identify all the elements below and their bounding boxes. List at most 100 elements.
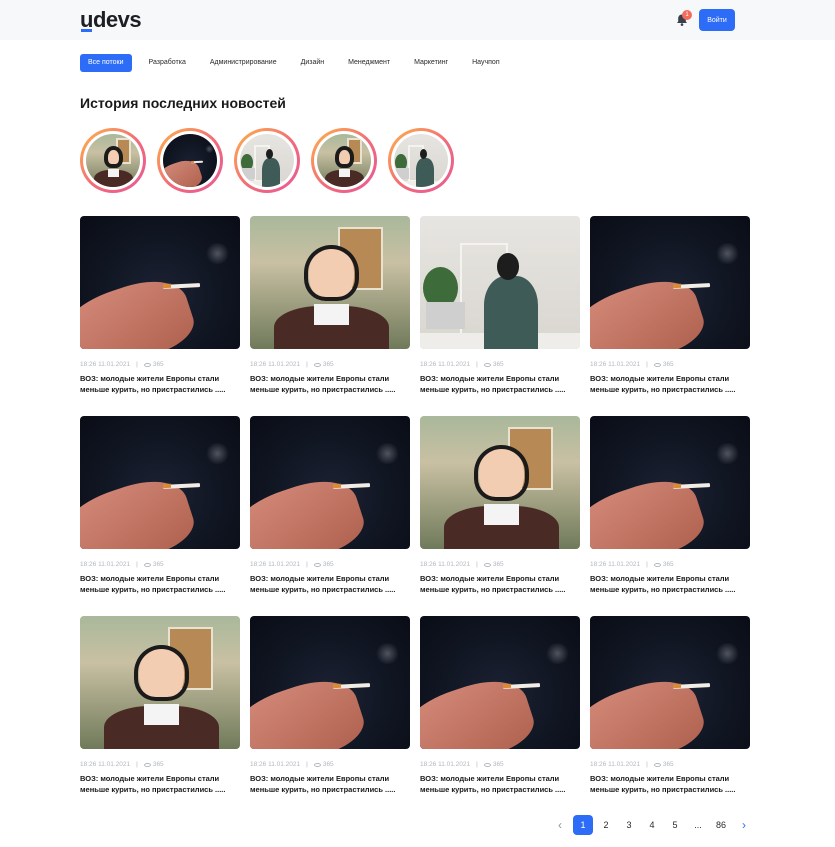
article-meta: 18:26 11.01.2021 | 365 [590, 361, 750, 368]
story-thumbnail [394, 134, 448, 187]
article-title[interactable]: ВОЗ: молодые жители Европы стали меньше … [250, 374, 410, 395]
article-views: 365 [492, 761, 504, 768]
article-card[interactable]: 18:26 11.01.2021 | 365 ВОЗ: молодые жители … [420, 616, 580, 816]
eye-icon [313, 562, 321, 567]
article-views: 365 [662, 361, 674, 368]
article-meta: 18:26 11.01.2021 | 365 [590, 561, 750, 568]
article-time: 18:26 11.01.2021 [80, 561, 131, 568]
article-title[interactable]: ВОЗ: молодые жители Европы стали меньше … [80, 374, 240, 395]
article-image [420, 216, 580, 349]
article-card[interactable]: 18:26 11.01.2021 | 365 ВОЗ: молодые жители … [80, 616, 240, 816]
article-views: 365 [662, 761, 674, 768]
eye-icon [483, 562, 491, 567]
article-card[interactable]: 18:26 11.01.2021 | 365 ВОЗ: молодые жители … [420, 416, 580, 616]
article-card[interactable]: 18:26 11.01.2021 | 365 ВОЗ: молодые жители … [250, 416, 410, 616]
article-views: 365 [152, 361, 164, 368]
article-time: 18:26 11.01.2021 [420, 361, 471, 368]
story-item[interactable] [388, 128, 454, 193]
article-title[interactable]: ВОЗ: молодые жители Европы стали меньше … [590, 774, 750, 795]
story-item[interactable] [311, 128, 377, 193]
page-button[interactable]: 1 [573, 815, 593, 835]
article-image [250, 216, 410, 349]
articles-grid: 18:26 11.01.2021 | 365 ВОЗ: молодые жители … [80, 216, 750, 816]
article-image [590, 416, 750, 549]
article-views: 365 [152, 561, 164, 568]
article-card[interactable]: 18:26 11.01.2021 | 365 ВОЗ: молодые жители … [590, 616, 750, 816]
story-thumbnail [317, 134, 371, 187]
article-title[interactable]: ВОЗ: молодые жители Европы стали меньше … [80, 574, 240, 595]
page-button[interactable]: 4 [642, 815, 662, 835]
eye-icon [313, 762, 321, 767]
story-item[interactable] [234, 128, 300, 193]
meta-divider: | [306, 761, 308, 768]
page-button[interactable]: 86 [711, 815, 731, 835]
meta-divider: | [476, 561, 478, 568]
meta-divider: | [306, 561, 308, 568]
story-ring [314, 131, 374, 190]
eye-icon [653, 762, 661, 767]
article-title[interactable]: ВОЗ: молодые жители Европы стали меньше … [590, 374, 750, 395]
stories-title: История последних новостей [80, 95, 286, 111]
article-image [420, 416, 580, 549]
article-views: 365 [152, 761, 164, 768]
meta-divider: | [646, 361, 648, 368]
article-title[interactable]: ВОЗ: молодые жители Европы стали меньше … [420, 774, 580, 795]
tab-1[interactable]: Разработка [142, 54, 193, 72]
tab-4[interactable]: Менеджмент [341, 54, 397, 72]
article-card[interactable]: 18:26 11.01.2021 | 365 ВОЗ: молодые жители … [80, 216, 240, 416]
article-title[interactable]: ВОЗ: молодые жители Европы стали меньше … [420, 574, 580, 595]
article-time: 18:26 11.01.2021 [80, 761, 131, 768]
stories-row [80, 128, 465, 193]
article-meta: 18:26 11.01.2021 | 365 [250, 361, 410, 368]
story-thumbnail [86, 134, 140, 187]
article-image [80, 416, 240, 549]
chevron-left-icon[interactable]: ‹ [550, 815, 570, 835]
article-image [250, 616, 410, 749]
page-button[interactable]: 2 [596, 815, 616, 835]
tab-2[interactable]: Администрирование [203, 54, 284, 72]
article-time: 18:26 11.01.2021 [420, 561, 471, 568]
article-image [250, 416, 410, 549]
tab-5[interactable]: Маркетинг [407, 54, 455, 72]
eye-icon [653, 362, 661, 367]
meta-divider: | [136, 761, 138, 768]
story-ring [83, 131, 143, 190]
tab-3[interactable]: Дизайн [294, 54, 332, 72]
article-card[interactable]: 18:26 11.01.2021 | 365 ВОЗ: молодые жители … [590, 216, 750, 416]
page-button[interactable]: 5 [665, 815, 685, 835]
article-card[interactable]: 18:26 11.01.2021 | 365 ВОЗ: молодые жители … [250, 616, 410, 816]
article-card[interactable]: 18:26 11.01.2021 | 365 ВОЗ: молодые жители … [420, 216, 580, 416]
tab-0[interactable]: Все потоки [80, 54, 132, 72]
story-item[interactable] [80, 128, 146, 193]
article-views: 365 [322, 361, 334, 368]
eye-icon [143, 762, 151, 767]
article-card[interactable]: 18:26 11.01.2021 | 365 ВОЗ: молодые жители … [250, 216, 410, 416]
eye-icon [143, 362, 151, 367]
meta-divider: | [136, 361, 138, 368]
article-meta: 18:26 11.01.2021 | 365 [250, 761, 410, 768]
article-title[interactable]: ВОЗ: молодые жители Европы стали меньше … [420, 374, 580, 395]
article-card[interactable]: 18:26 11.01.2021 | 365 ВОЗ: молодые жители … [80, 416, 240, 616]
article-time: 18:26 11.01.2021 [590, 561, 641, 568]
article-title[interactable]: ВОЗ: молодые жители Европы стали меньше … [80, 774, 240, 795]
login-button[interactable]: Войти [699, 9, 735, 31]
chevron-right-icon[interactable]: › [734, 815, 754, 835]
article-title[interactable]: ВОЗ: молодые жители Европы стали меньше … [590, 574, 750, 595]
article-time: 18:26 11.01.2021 [80, 361, 131, 368]
article-meta: 18:26 11.01.2021 | 365 [590, 761, 750, 768]
udevs-logo[interactable]: udevs [80, 8, 142, 32]
article-time: 18:26 11.01.2021 [590, 361, 641, 368]
article-card[interactable]: 18:26 11.01.2021 | 365 ВОЗ: молодые жители … [590, 416, 750, 616]
article-views: 365 [662, 561, 674, 568]
article-image [80, 216, 240, 349]
article-time: 18:26 11.01.2021 [250, 761, 301, 768]
article-views: 365 [492, 561, 504, 568]
story-item[interactable] [157, 128, 223, 193]
article-time: 18:26 11.01.2021 [250, 561, 301, 568]
article-title[interactable]: ВОЗ: молодые жители Европы стали меньше … [250, 774, 410, 795]
article-title[interactable]: ВОЗ: молодые жители Европы стали меньше … [250, 574, 410, 595]
article-meta: 18:26 11.01.2021 | 365 [250, 561, 410, 568]
tab-6[interactable]: Научпоп [465, 54, 507, 72]
eye-icon [483, 762, 491, 767]
page-button[interactable]: 3 [619, 815, 639, 835]
